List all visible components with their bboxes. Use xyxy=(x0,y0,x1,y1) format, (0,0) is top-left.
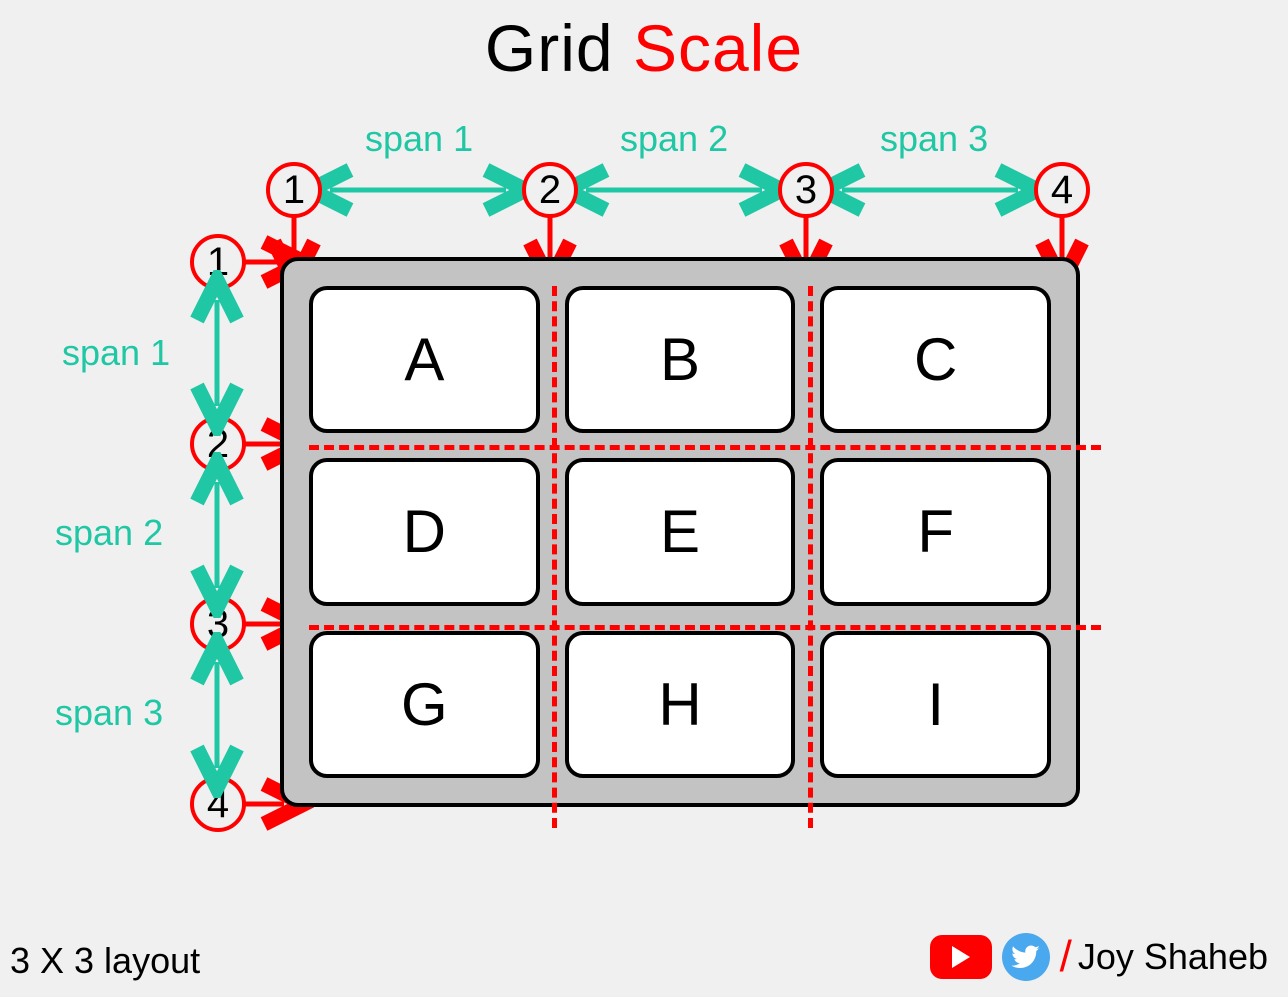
title-word-1: Grid xyxy=(485,11,614,85)
row-line-number-3: 3 xyxy=(190,596,246,652)
col-span-label-1: span 1 xyxy=(365,118,473,160)
row-span-arrow-2 xyxy=(207,474,227,596)
col-line-number-2: 2 xyxy=(522,162,578,218)
grid-cells: A B C D E F G H I xyxy=(309,286,1051,778)
grid-cell-i: I xyxy=(820,631,1051,778)
grid-cell-d: D xyxy=(309,458,540,605)
col-line-number-4: 4 xyxy=(1034,162,1090,218)
row-span-label-3: span 3 xyxy=(55,692,163,734)
grid-cell-b: B xyxy=(565,286,796,433)
row-line-number-2: 2 xyxy=(190,416,246,472)
slash-separator: / xyxy=(1060,932,1072,982)
grid-cell-g: G xyxy=(309,631,540,778)
page-title: Grid Scale xyxy=(0,10,1288,86)
col-span-arrow-3 xyxy=(832,180,1028,200)
grid-container: A B C D E F G H I xyxy=(280,257,1080,807)
author-credit: / Joy Shaheb xyxy=(930,932,1268,982)
row-span-arrow-3 xyxy=(207,654,227,776)
row-line-number-1: 1 xyxy=(190,234,246,290)
col-span-label-2: span 2 xyxy=(620,118,728,160)
col-span-arrow-1 xyxy=(320,180,516,200)
author-name: Joy Shaheb xyxy=(1078,936,1268,978)
grid-cell-e: E xyxy=(565,458,796,605)
diagram-canvas: Grid Scale span 1 span 2 span 3 1 2 3 4 … xyxy=(0,0,1288,997)
col-line-number-1: 1 xyxy=(266,162,322,218)
col-span-label-3: span 3 xyxy=(880,118,988,160)
youtube-icon xyxy=(930,935,992,979)
grid-cell-h: H xyxy=(565,631,796,778)
layout-caption: 3 X 3 layout xyxy=(10,940,200,982)
title-word-2: Scale xyxy=(633,11,803,85)
grid-cell-a: A xyxy=(309,286,540,433)
col-span-arrow-2 xyxy=(576,180,772,200)
row-span-label-1: span 1 xyxy=(62,332,170,374)
twitter-icon xyxy=(1002,933,1050,981)
row-line-number-4: 4 xyxy=(190,776,246,832)
grid-cell-c: C xyxy=(820,286,1051,433)
col-line-number-3: 3 xyxy=(778,162,834,218)
grid-cell-f: F xyxy=(820,458,1051,605)
row-span-arrow-1 xyxy=(207,292,227,414)
row-span-label-2: span 2 xyxy=(55,512,163,554)
